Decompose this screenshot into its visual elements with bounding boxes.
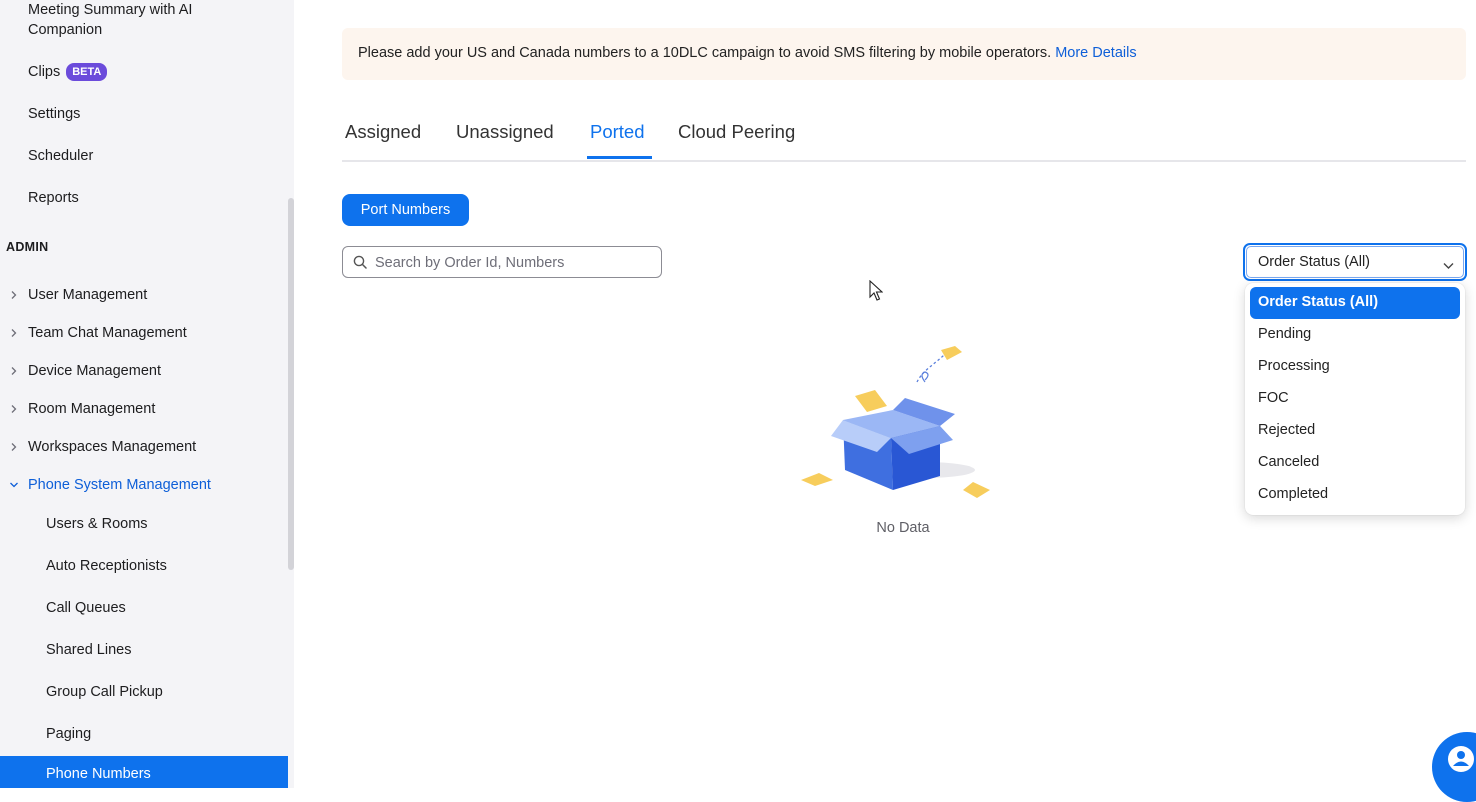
sidebar-item-label: Device Management (28, 363, 161, 379)
sidebar-item-label: Reports (28, 190, 79, 206)
sidebar-item-label: Clips (28, 64, 61, 80)
banner-text: Please add your US and Canada numbers to… (358, 45, 1052, 61)
sidebar-item-team-chat-management[interactable]: Team Chat Management (28, 323, 187, 343)
mouse-cursor-icon (869, 279, 884, 307)
order-status-dropdown: Order Status (All) Pending Processing FO… (1245, 283, 1465, 515)
sidebar-item-group-call-pickup[interactable]: Group Call Pickup (46, 682, 163, 702)
empty-box-icon (795, 340, 995, 505)
chevron-down-icon (1443, 257, 1454, 275)
chevron-right-icon[interactable] (9, 328, 19, 338)
sidebar-item-device-management[interactable]: Device Management (28, 361, 161, 381)
active-tab-indicator (587, 156, 652, 159)
sidebar-item-phone-system-management[interactable]: Phone System Management (28, 475, 211, 495)
order-status-value: Order Status (All) (1258, 254, 1370, 270)
sidebar-item-label: Room Management (28, 401, 156, 417)
number-tabs: Assigned Unassigned Ported Cloud Peering (342, 110, 1466, 162)
sidebar-item-label: Auto Receptionists (46, 558, 167, 574)
option-foc[interactable]: FOC (1250, 383, 1460, 415)
sidebar-item-settings[interactable]: Settings (28, 104, 80, 124)
chevron-right-icon[interactable] (9, 366, 19, 376)
option-label: Canceled (1258, 454, 1320, 470)
sidebar-item-label: Phone Numbers (46, 766, 151, 782)
chat-support-button[interactable] (1432, 732, 1476, 802)
search-icon (353, 255, 367, 274)
sidebar-item-label: Settings (28, 106, 81, 122)
sidebar-item-label: Users & Rooms (46, 516, 148, 532)
sidebar-item-user-management[interactable]: User Management (28, 285, 147, 305)
option-label: Completed (1258, 486, 1329, 502)
sidebar-item-shared-lines[interactable]: Shared Lines (46, 640, 131, 660)
chevron-right-icon[interactable] (9, 290, 19, 300)
sidebar-item-label: Call Queues (46, 600, 126, 616)
port-numbers-button[interactable]: Port Numbers (342, 194, 469, 226)
option-processing[interactable]: Processing (1250, 351, 1460, 383)
chevron-right-icon[interactable] (9, 404, 19, 414)
sidebar-item-label: Team Chat Management (28, 325, 187, 341)
sidebar-item-scheduler[interactable]: Scheduler (28, 146, 93, 166)
sidebar-item-label: Scheduler (28, 148, 94, 164)
option-label: Processing (1258, 358, 1330, 374)
chevron-right-icon[interactable] (9, 442, 19, 452)
sidebar-item-workspaces-management[interactable]: Workspaces Management (28, 437, 196, 457)
option-pending[interactable]: Pending (1250, 319, 1460, 351)
sidebar: Meeting Summary with AI Companion Clips B… (0, 0, 294, 788)
search-box[interactable] (342, 246, 662, 278)
order-status-select[interactable]: Order Status (All) (1243, 243, 1467, 281)
chevron-down-icon[interactable] (9, 480, 19, 490)
sidebar-item-label: Paging (46, 726, 92, 742)
sidebar-item-label: Phone System Management (28, 477, 211, 493)
option-completed[interactable]: Completed (1250, 479, 1460, 511)
sidebar-item-reports[interactable]: Reports (28, 188, 79, 208)
option-label: Pending (1258, 326, 1312, 342)
chat-bot-icon (1444, 744, 1476, 783)
sidebar-item-label: Group Call Pickup (46, 684, 163, 700)
sidebar-item-users-rooms[interactable]: Users & Rooms (46, 514, 148, 534)
banner-message: Please add your US and Canada numbers to… (358, 45, 1137, 61)
more-details-link[interactable]: More Details (1055, 45, 1136, 61)
notice-banner: Please add your US and Canada numbers to… (342, 28, 1466, 80)
tab-ported[interactable]: Ported (590, 121, 645, 143)
tab-assigned[interactable]: Assigned (345, 121, 421, 143)
sidebar-item-call-queues[interactable]: Call Queues (46, 598, 126, 618)
sidebar-item-room-management[interactable]: Room Management (28, 399, 155, 419)
sidebar-item-label: Shared Lines (46, 642, 132, 658)
option-rejected[interactable]: Rejected (1250, 415, 1460, 447)
sidebar-item-meeting-summary[interactable]: Meeting Summary with AI Companion (28, 0, 228, 40)
admin-heading: ADMIN (6, 240, 49, 254)
tab-unassigned[interactable]: Unassigned (456, 121, 554, 143)
empty-state-text: No Data (876, 520, 930, 536)
option-canceled[interactable]: Canceled (1250, 447, 1460, 479)
option-order-status-all[interactable]: Order Status (All) (1250, 287, 1460, 319)
sidebar-item-clips[interactable]: Clips BETA (28, 62, 108, 82)
search-input[interactable] (373, 248, 657, 278)
sidebar-item-label: User Management (28, 287, 148, 303)
sidebar-item-phone-numbers[interactable]: Phone Numbers (0, 756, 288, 788)
tab-cloud-peering[interactable]: Cloud Peering (678, 121, 795, 143)
sidebar-item-label: Meeting Summary with AI Companion (28, 2, 193, 38)
sidebar-item-paging[interactable]: Paging (46, 724, 91, 744)
beta-badge: BETA (66, 63, 108, 81)
sidebar-scrollbar[interactable] (288, 198, 294, 570)
sidebar-item-auto-receptionists[interactable]: Auto Receptionists (46, 556, 167, 576)
option-label: FOC (1258, 390, 1289, 406)
sidebar-item-label: Workspaces Management (28, 439, 197, 455)
option-label: Rejected (1258, 422, 1316, 438)
option-label: Order Status (All) (1258, 294, 1379, 310)
